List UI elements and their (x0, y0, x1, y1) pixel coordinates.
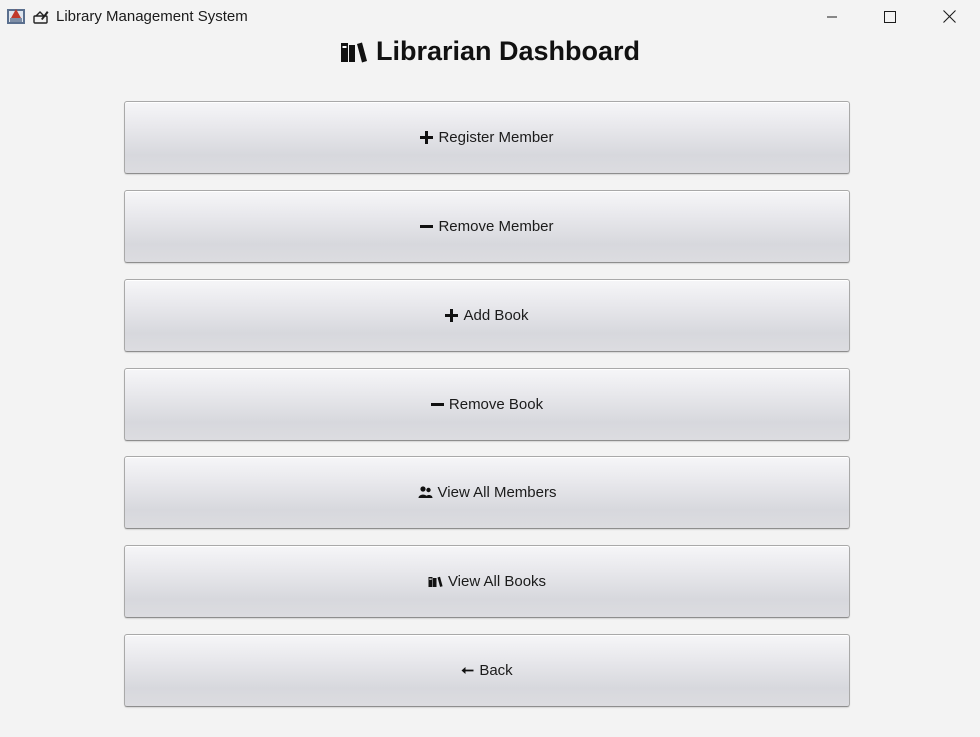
users-icon (418, 486, 433, 499)
remove-book-button[interactable]: Remove Book (124, 368, 850, 441)
maximize-icon (884, 10, 896, 23)
page-title: Librarian Dashboard (0, 36, 980, 70)
minus-icon (430, 398, 444, 411)
plus-icon (420, 131, 434, 144)
java-app-icon (6, 6, 26, 26)
register-member-button[interactable]: Register Member (124, 101, 850, 174)
left-arrow-icon (461, 666, 474, 675)
books-icon (428, 576, 443, 587)
books-write-icon (32, 8, 50, 26)
view-all-books-label: View All Books (447, 573, 547, 590)
remove-book-label: Remove Book (448, 396, 544, 413)
maximize-button[interactable] (861, 0, 919, 33)
remove-member-label: Remove Member (438, 218, 554, 235)
back-label: Back (479, 662, 513, 679)
window-title: Library Management System (56, 8, 248, 25)
app-window: Library Management System Librarian Dash… (0, 0, 980, 737)
minus-icon (420, 220, 434, 233)
minimize-icon (827, 16, 837, 17)
page-title-text: Librarian Dashboard (375, 36, 641, 66)
add-book-button[interactable]: Add Book (124, 279, 850, 352)
back-button[interactable]: Back (124, 634, 850, 707)
plus-icon (445, 309, 459, 322)
close-button[interactable] (920, 0, 978, 33)
title-bar[interactable]: Library Management System (0, 0, 980, 33)
add-book-label: Add Book (463, 307, 529, 324)
register-member-label: Register Member (438, 129, 554, 146)
view-all-members-label: View All Members (437, 484, 557, 501)
books-icon (340, 39, 368, 70)
minimize-button[interactable] (803, 0, 861, 33)
close-icon (942, 10, 956, 23)
view-all-books-button[interactable]: View All Books (124, 545, 850, 618)
remove-member-button[interactable]: Remove Member (124, 190, 850, 263)
view-all-members-button[interactable]: View All Members (124, 456, 850, 529)
